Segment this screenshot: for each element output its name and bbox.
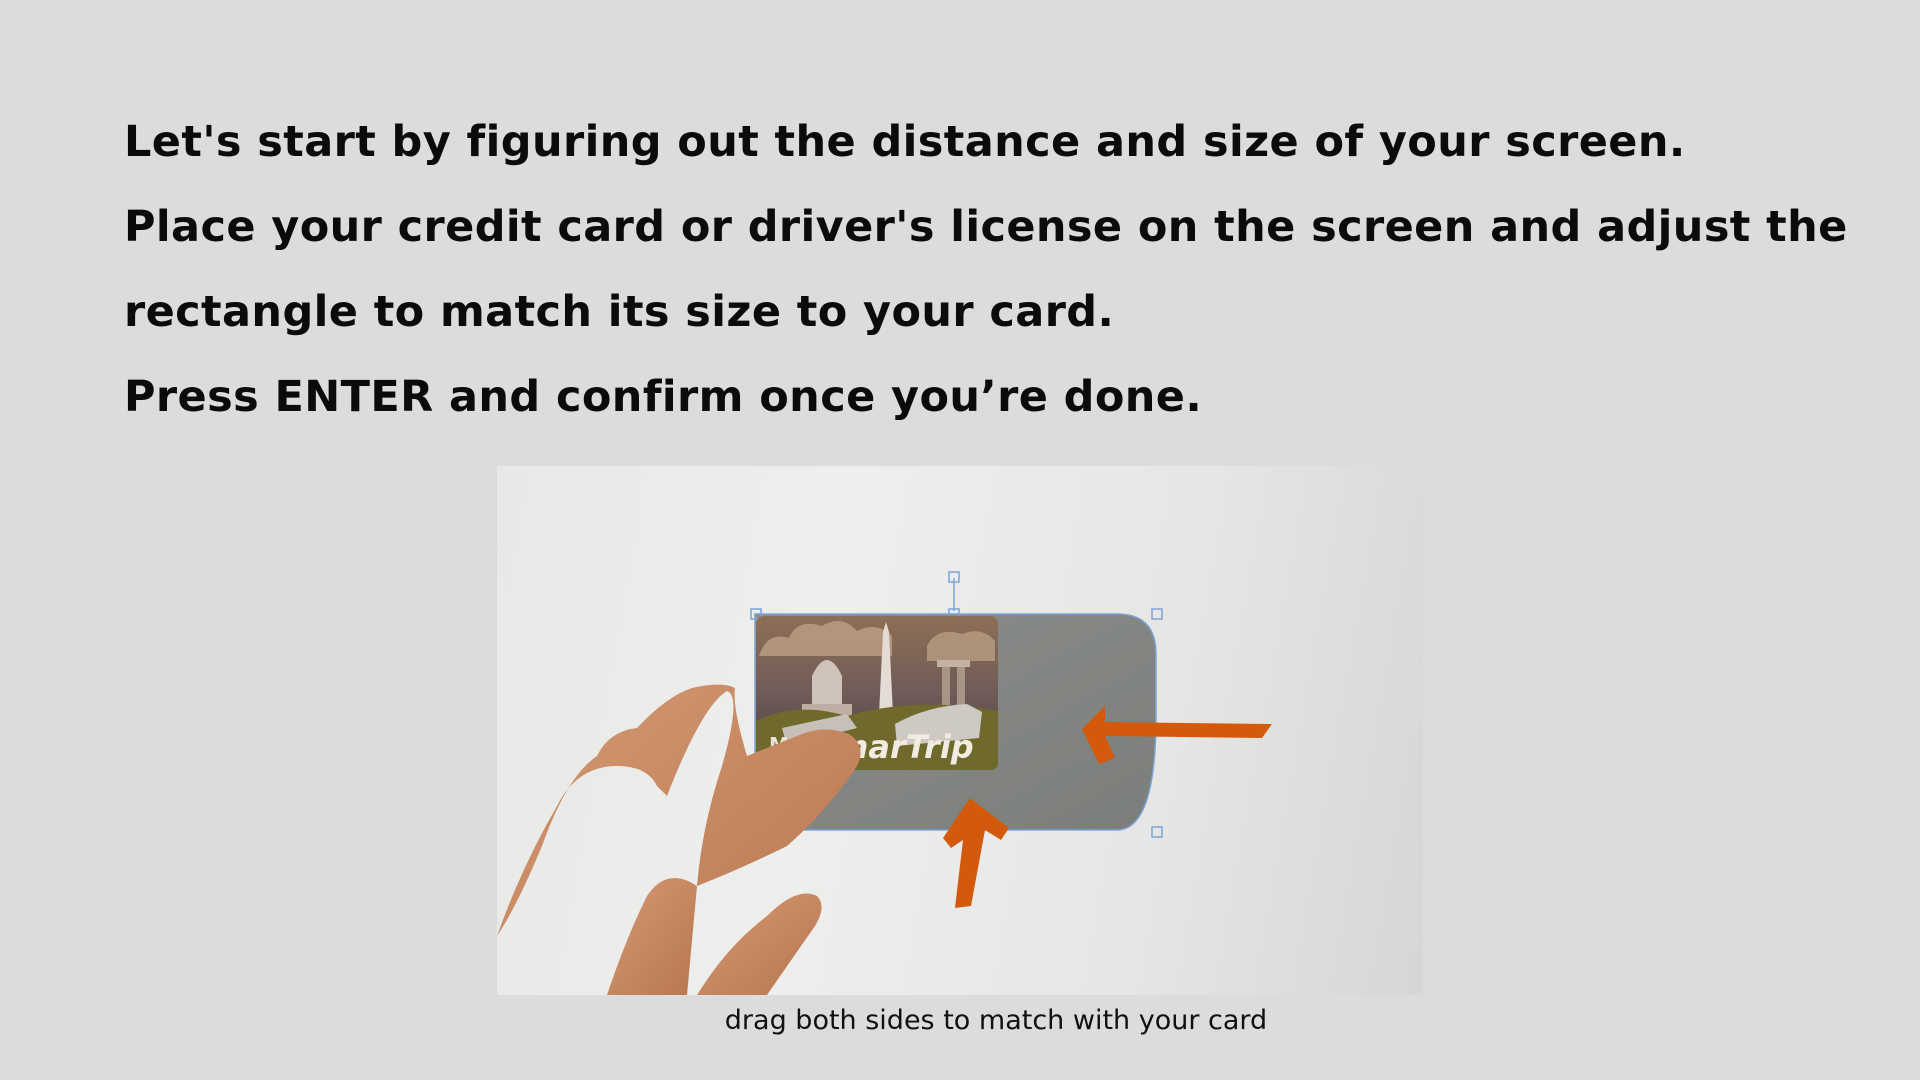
instructions: Let's start by figuring out the distance… (124, 100, 1848, 440)
card-calibration-illustration: M marTrip (497, 466, 1423, 995)
instruction-line-1: Let's start by figuring out the distance… (124, 117, 1686, 167)
instruction-line-3: rectangle to match its size to your card… (124, 287, 1115, 337)
illustration-svg: M marTrip (497, 571, 1272, 995)
calibration-page: Let's start by figuring out the distance… (0, 0, 1920, 1080)
illustration-caption: drag both sides to match with your card (724, 1005, 1268, 1036)
instruction-line-4: Press ENTER and confirm once you’re done… (124, 372, 1203, 422)
instruction-line-2: Place your credit card or driver's licen… (124, 202, 1848, 252)
